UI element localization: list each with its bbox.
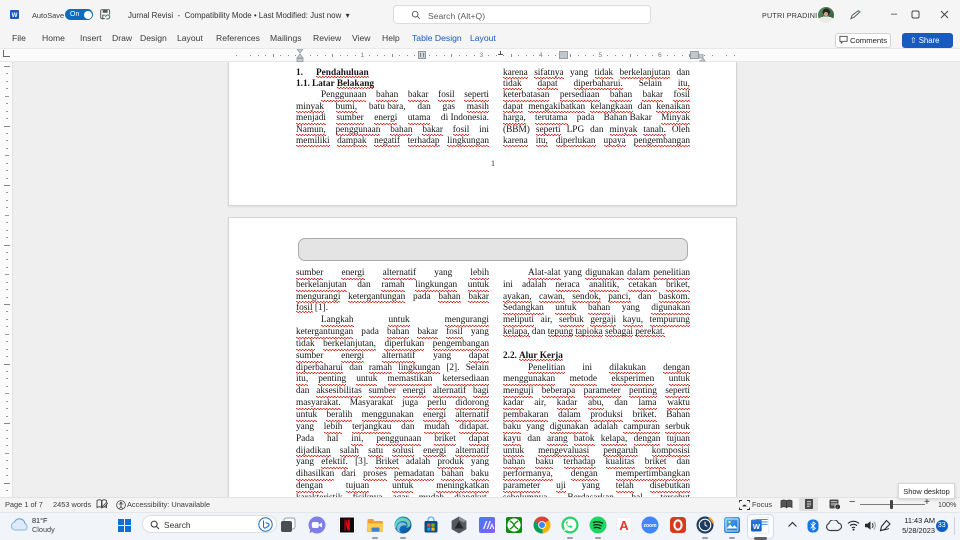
svg-text:W: W bbox=[12, 12, 18, 19]
svg-text:zoom: zoom bbox=[643, 523, 657, 529]
svg-text:A: A bbox=[619, 518, 629, 533]
svg-text:W: W bbox=[753, 522, 761, 531]
